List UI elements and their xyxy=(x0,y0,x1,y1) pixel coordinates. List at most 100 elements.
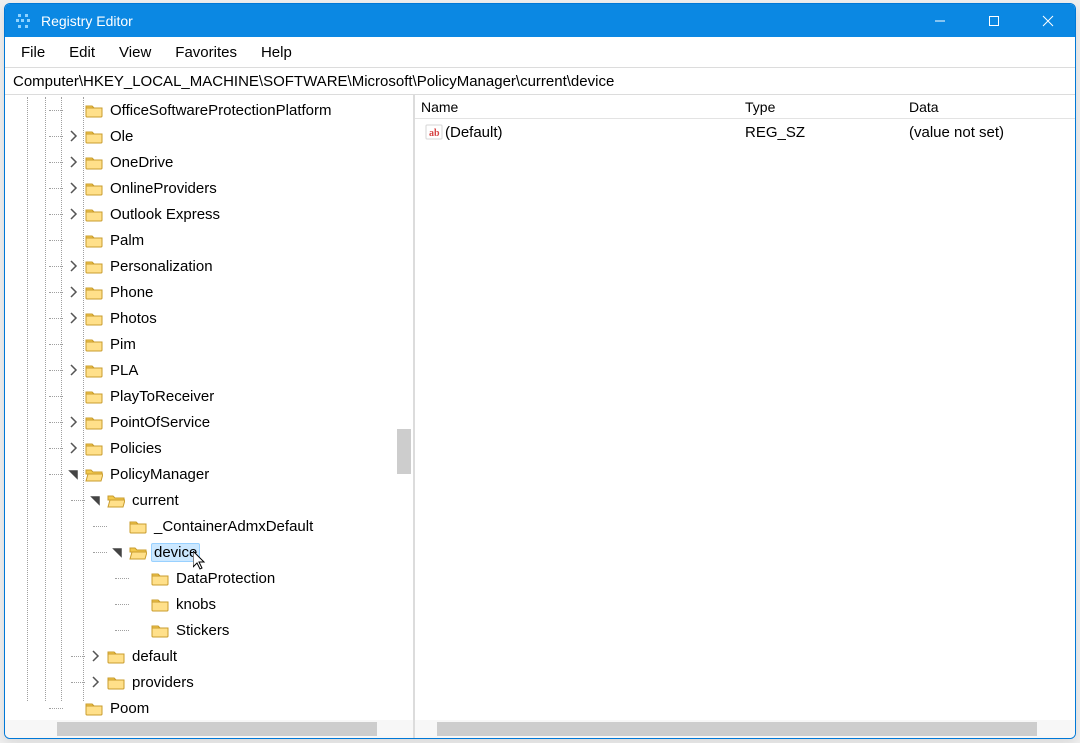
minimize-button[interactable] xyxy=(913,4,967,37)
value-type: REG_SZ xyxy=(739,124,903,141)
tree-item-label: Phone xyxy=(107,283,156,302)
folder-icon xyxy=(85,363,103,377)
folder-icon xyxy=(85,207,103,221)
chevron-right-icon[interactable] xyxy=(89,649,103,663)
tree-horizontal-scrollbar[interactable] xyxy=(5,720,413,738)
tree-item[interactable]: PLA xyxy=(5,357,413,383)
chevron-down-icon[interactable] xyxy=(111,545,125,559)
chevron-right-icon[interactable] xyxy=(67,129,81,143)
menu-file[interactable]: File xyxy=(9,40,57,65)
tree-item-label: PlayToReceiver xyxy=(107,387,217,406)
tree-item[interactable]: knobs xyxy=(5,591,413,617)
tree-item[interactable]: Phone xyxy=(5,279,413,305)
chevron-none xyxy=(133,597,147,611)
string-value-icon xyxy=(425,123,443,141)
folder-icon xyxy=(85,415,103,429)
app-icon xyxy=(15,13,31,29)
tree-item-label: Palm xyxy=(107,231,147,250)
tree-item-label: Outlook Express xyxy=(107,205,223,224)
close-button[interactable] xyxy=(1021,4,1075,37)
folder-icon xyxy=(85,155,103,169)
chevron-none xyxy=(67,701,81,715)
chevron-down-icon[interactable] xyxy=(67,467,81,481)
tree-item[interactable]: Policies xyxy=(5,435,413,461)
tree-item-label: Ole xyxy=(107,127,136,146)
tree-item[interactable]: PlayToReceiver xyxy=(5,383,413,409)
list-horizontal-scrollbar-thumb[interactable] xyxy=(437,722,1037,736)
tree-item-label: Stickers xyxy=(173,621,232,640)
tree-item[interactable]: PolicyManager xyxy=(5,461,413,487)
registry-tree[interactable]: OfficeSoftwareProtectionPlatform Ole OneDr… xyxy=(5,95,413,720)
tree-item-label: Photos xyxy=(107,309,160,328)
folder-icon xyxy=(151,597,169,611)
tree-item[interactable]: OfficeSoftwareProtectionPlatform xyxy=(5,97,413,123)
chevron-right-icon[interactable] xyxy=(67,441,81,455)
chevron-right-icon[interactable] xyxy=(67,155,81,169)
chevron-right-icon[interactable] xyxy=(67,363,81,377)
tree-item[interactable]: Photos xyxy=(5,305,413,331)
tree-item[interactable]: Pim xyxy=(5,331,413,357)
tree-item-label: device xyxy=(151,543,200,562)
tree-item-label: OfficeSoftwareProtectionPlatform xyxy=(107,101,334,120)
tree-item[interactable]: DataProtection xyxy=(5,565,413,591)
tree-item[interactable]: Outlook Express xyxy=(5,201,413,227)
tree-item-label: PolicyManager xyxy=(107,465,212,484)
folder-open-icon xyxy=(107,493,125,507)
tree-item[interactable]: Palm xyxy=(5,227,413,253)
window-controls xyxy=(913,4,1075,37)
tree-item-label: Personalization xyxy=(107,257,216,276)
folder-icon xyxy=(85,311,103,325)
menu-favorites[interactable]: Favorites xyxy=(163,40,249,65)
chevron-right-icon[interactable] xyxy=(67,285,81,299)
menu-view[interactable]: View xyxy=(107,40,163,65)
address-text: Computer\HKEY_LOCAL_MACHINE\SOFTWARE\Mic… xyxy=(13,73,614,90)
tree-item-label: Pim xyxy=(107,335,139,354)
value-data: (value not set) xyxy=(903,124,1073,141)
maximize-button[interactable] xyxy=(967,4,1021,37)
chevron-right-icon[interactable] xyxy=(67,207,81,221)
address-bar[interactable]: Computer\HKEY_LOCAL_MACHINE\SOFTWARE\Mic… xyxy=(5,67,1075,95)
folder-icon xyxy=(151,571,169,585)
tree-item[interactable]: default xyxy=(5,643,413,669)
tree-item[interactable]: device xyxy=(5,539,413,565)
tree-item[interactable]: OneDrive xyxy=(5,149,413,175)
list-rows[interactable]: (Default)REG_SZ(value not set) xyxy=(415,119,1075,720)
chevron-none xyxy=(67,389,81,403)
tree-item-label: PointOfService xyxy=(107,413,213,432)
list-row[interactable]: (Default)REG_SZ(value not set) xyxy=(415,119,1075,145)
menu-edit[interactable]: Edit xyxy=(57,40,107,65)
folder-icon xyxy=(85,181,103,195)
tree-horizontal-scrollbar-thumb[interactable] xyxy=(57,722,377,736)
tree-item[interactable]: Stickers xyxy=(5,617,413,643)
tree-item[interactable]: Personalization xyxy=(5,253,413,279)
tree-item[interactable]: OnlineProviders xyxy=(5,175,413,201)
column-header-name[interactable]: Name xyxy=(415,99,739,115)
folder-icon xyxy=(85,441,103,455)
chevron-right-icon[interactable] xyxy=(89,675,103,689)
folder-open-icon xyxy=(85,467,103,481)
chevron-right-icon[interactable] xyxy=(67,311,81,325)
tree-item[interactable]: providers xyxy=(5,669,413,695)
chevron-right-icon[interactable] xyxy=(67,181,81,195)
tree-item[interactable]: current xyxy=(5,487,413,513)
tree-item[interactable]: PointOfService xyxy=(5,409,413,435)
column-header-data[interactable]: Data xyxy=(903,99,1073,115)
column-header-type[interactable]: Type xyxy=(739,99,903,115)
chevron-right-icon[interactable] xyxy=(67,259,81,273)
chevron-down-icon[interactable] xyxy=(89,493,103,507)
tree-item[interactable]: _ContainerAdmxDefault xyxy=(5,513,413,539)
chevron-none xyxy=(133,623,147,637)
chevron-none xyxy=(67,103,81,117)
tree-vertical-scrollbar-thumb[interactable] xyxy=(397,429,411,474)
chevron-right-icon[interactable] xyxy=(67,415,81,429)
window: Registry Editor FileEditViewFavoritesHel… xyxy=(4,3,1076,739)
folder-icon xyxy=(85,103,103,117)
menu-help[interactable]: Help xyxy=(249,40,304,65)
tree-item-label: DataProtection xyxy=(173,569,278,588)
tree-item[interactable]: Ole xyxy=(5,123,413,149)
value-name-cell: (Default) xyxy=(415,123,739,141)
list-horizontal-scrollbar[interactable] xyxy=(415,720,1075,738)
tree-item[interactable]: Poom xyxy=(5,695,413,720)
titlebar[interactable]: Registry Editor xyxy=(5,4,1075,37)
tree-item-label: Poom xyxy=(107,699,152,718)
